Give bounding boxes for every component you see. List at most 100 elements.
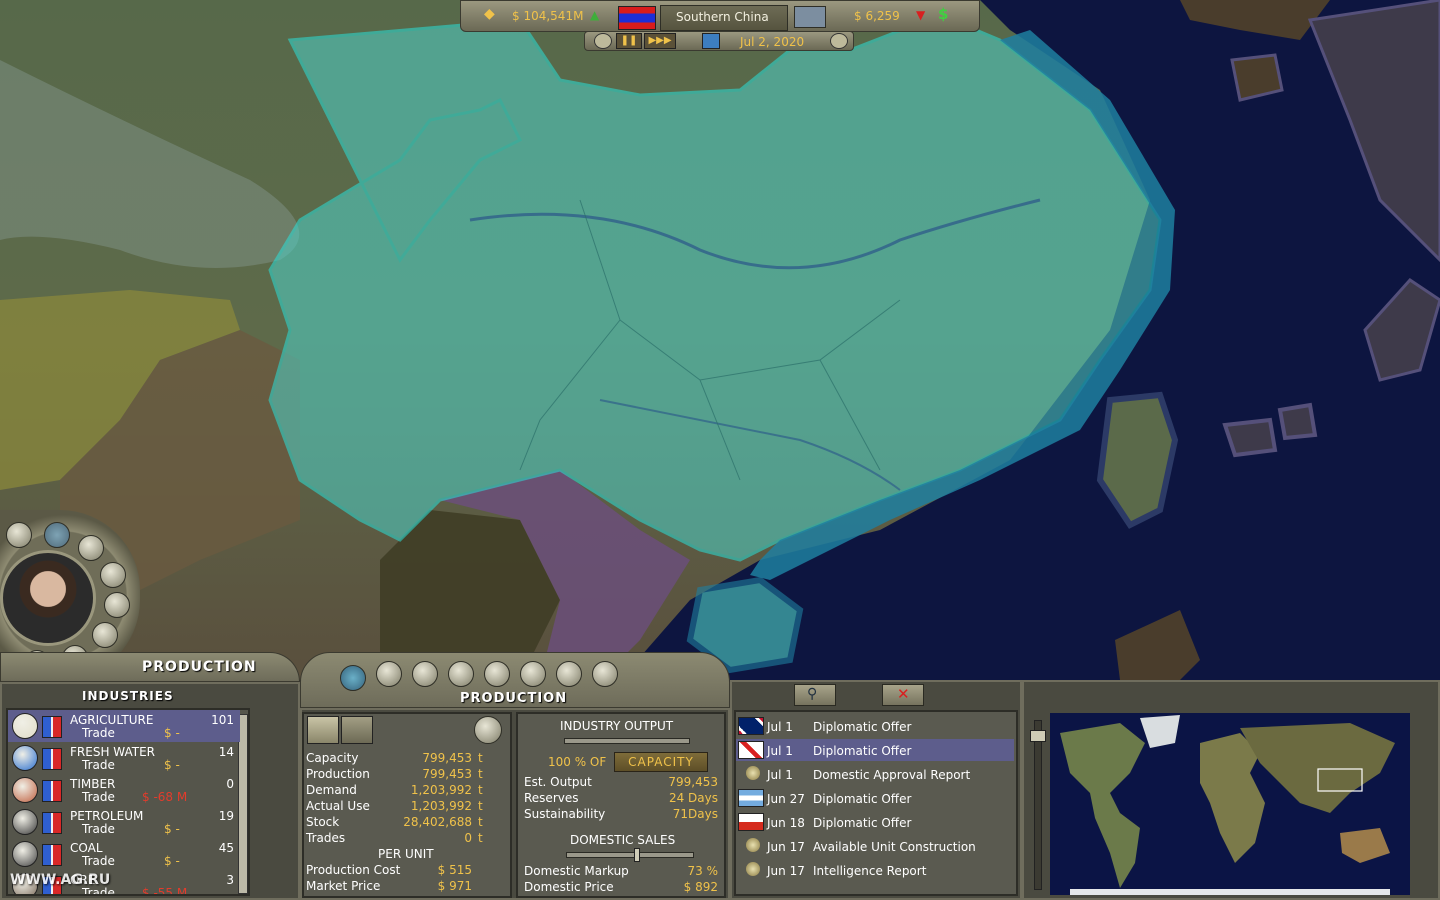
output-label: Reserves bbox=[524, 791, 579, 805]
stat-value: 799,453 bbox=[422, 751, 472, 765]
finance-icon[interactable] bbox=[100, 562, 126, 588]
search-messages-button[interactable]: ⚲ bbox=[794, 684, 836, 706]
fast-forward-button[interactable]: ▶▶▶ bbox=[644, 33, 676, 49]
output-label: Sustainability bbox=[524, 807, 606, 821]
tab-trade-icon[interactable] bbox=[412, 661, 438, 687]
message-flag bbox=[738, 813, 764, 831]
minimap[interactable] bbox=[1050, 713, 1410, 895]
globe-map-icon[interactable] bbox=[794, 6, 826, 28]
terrain-icon[interactable] bbox=[6, 522, 32, 548]
minimap-zoom-slider[interactable] bbox=[1034, 720, 1042, 890]
industry-icon[interactable] bbox=[44, 522, 70, 548]
industry-bar-icon bbox=[42, 716, 62, 738]
industry-count: 19 bbox=[218, 809, 234, 823]
industry-count: 0 bbox=[226, 777, 234, 791]
stat-label: Capacity bbox=[306, 751, 359, 765]
industry-row[interactable]: TIMBER Trade $ -68 M 0 bbox=[8, 774, 240, 806]
industry-bar-icon bbox=[42, 812, 62, 834]
pause-button[interactable]: ❚❚ bbox=[616, 33, 642, 49]
stat-unit: t bbox=[478, 767, 483, 781]
industry-name: PETROLEUM bbox=[70, 809, 144, 823]
tab-budget-icon[interactable] bbox=[448, 661, 474, 687]
industry-trade-value: $ - bbox=[164, 726, 180, 740]
output-slider[interactable] bbox=[564, 738, 690, 744]
industry-count: 101 bbox=[211, 713, 234, 727]
per-unit-title: PER UNIT bbox=[378, 847, 434, 861]
diplomacy-icon[interactable] bbox=[104, 592, 130, 618]
stat-label: Actual Use bbox=[306, 799, 370, 813]
industry-row[interactable]: COAL Trade $ - 45 bbox=[8, 838, 240, 870]
markup-slider[interactable] bbox=[566, 852, 694, 858]
tab-research-icon[interactable] bbox=[376, 661, 402, 687]
delete-messages-button[interactable]: ✕ bbox=[882, 684, 924, 706]
message-text: Diplomatic Offer bbox=[813, 792, 912, 806]
output-value: 24 Days bbox=[668, 791, 718, 805]
tab-production-icon[interactable] bbox=[340, 665, 366, 691]
forward-icon[interactable] bbox=[830, 33, 848, 49]
industry-row[interactable]: PETROLEUM Trade $ - 19 bbox=[8, 806, 240, 838]
industry-icon bbox=[12, 777, 38, 803]
industry-trade-label: Trade bbox=[82, 822, 115, 836]
message-row[interactable]: Jul 1 Domestic Approval Report bbox=[736, 763, 1014, 785]
stat-unit: t bbox=[478, 831, 483, 845]
message-flag bbox=[738, 717, 764, 735]
tab-population-icon[interactable] bbox=[520, 661, 546, 687]
trend-up-icon: ▲ bbox=[590, 8, 600, 22]
industry-name: COAL bbox=[70, 841, 103, 855]
message-text: Domestic Approval Report bbox=[813, 768, 971, 782]
industry-trade-value: $ -55 M bbox=[142, 886, 188, 894]
chart-view-button[interactable] bbox=[341, 716, 373, 744]
message-row[interactable]: Jun 17 Intelligence Report bbox=[736, 859, 1014, 881]
capacity-button[interactable]: CAPACITY bbox=[614, 752, 708, 772]
calendar-icon[interactable] bbox=[702, 33, 720, 49]
advisor-portrait[interactable] bbox=[0, 550, 96, 646]
rewind-icon[interactable] bbox=[594, 33, 612, 49]
delete-mail-icon: ✕ bbox=[897, 685, 910, 703]
advisor-money-icon[interactable]: $ bbox=[938, 5, 948, 23]
research-icon[interactable] bbox=[78, 535, 104, 561]
industry-name: AGRICULTURE bbox=[70, 713, 154, 727]
message-row[interactable]: Jun 27 Diplomatic Offer bbox=[736, 787, 1014, 809]
message-type-icon bbox=[746, 838, 760, 852]
per-unit-value: $ 515 bbox=[437, 863, 472, 877]
intelligence-icon[interactable] bbox=[92, 622, 118, 648]
industry-count: 3 bbox=[226, 873, 234, 887]
table-view-button[interactable] bbox=[307, 716, 339, 744]
message-row[interactable]: Jul 1 Diplomatic Offer bbox=[736, 739, 1014, 761]
tab-services-icon[interactable] bbox=[556, 661, 582, 687]
industry-icon bbox=[12, 841, 38, 867]
industry-trade-value: $ - bbox=[164, 758, 180, 772]
message-row[interactable]: Jul 1 Diplomatic Offer bbox=[736, 715, 1014, 737]
stat-value: 799,453 bbox=[422, 767, 472, 781]
tab-military-icon[interactable] bbox=[592, 661, 618, 687]
message-text: Diplomatic Offer bbox=[813, 816, 912, 830]
industry-trade-value: $ - bbox=[164, 854, 180, 868]
industry-trade-label: Trade bbox=[82, 726, 115, 740]
stat-label: Demand bbox=[306, 783, 357, 797]
message-row[interactable]: Jun 18 Diplomatic Offer bbox=[736, 811, 1014, 833]
resource-type-icon bbox=[474, 716, 502, 744]
stat-label: Production bbox=[306, 767, 370, 781]
industry-trade-value: $ - bbox=[164, 822, 180, 836]
industry-name: FRESH WATER bbox=[70, 745, 156, 759]
industry-count: 14 bbox=[218, 745, 234, 759]
industry-row[interactable]: AGRICULTURE Trade $ - 101 bbox=[8, 710, 240, 742]
industry-bar-icon bbox=[42, 748, 62, 770]
message-type-icon bbox=[746, 766, 760, 780]
message-row[interactable]: Jun 17 Available Unit Construction bbox=[736, 835, 1014, 857]
game-date: Jul 2, 2020 bbox=[740, 35, 805, 49]
message-date: Jul 1 bbox=[767, 720, 793, 734]
tab-policy-icon[interactable] bbox=[484, 661, 510, 687]
minimap-zoom-handle[interactable] bbox=[1030, 730, 1046, 742]
markup-slider-handle[interactable] bbox=[634, 848, 640, 862]
industry-row[interactable]: FRESH WATER Trade $ - 14 bbox=[8, 742, 240, 774]
industry-name: TIMBER bbox=[70, 777, 116, 791]
message-date: Jun 17 bbox=[767, 840, 805, 854]
output-value: 71Days bbox=[672, 807, 718, 821]
message-date: Jun 27 bbox=[767, 792, 805, 806]
stat-value: 1,203,992 bbox=[410, 783, 472, 797]
industry-rows: AGRICULTURE Trade $ -101 FRESH WATER Trade $ … bbox=[8, 710, 240, 894]
sales-label: Domestic Markup bbox=[524, 864, 629, 878]
magnifier-icon: ⚲ bbox=[807, 686, 818, 702]
region-name: Southern China bbox=[676, 10, 769, 24]
